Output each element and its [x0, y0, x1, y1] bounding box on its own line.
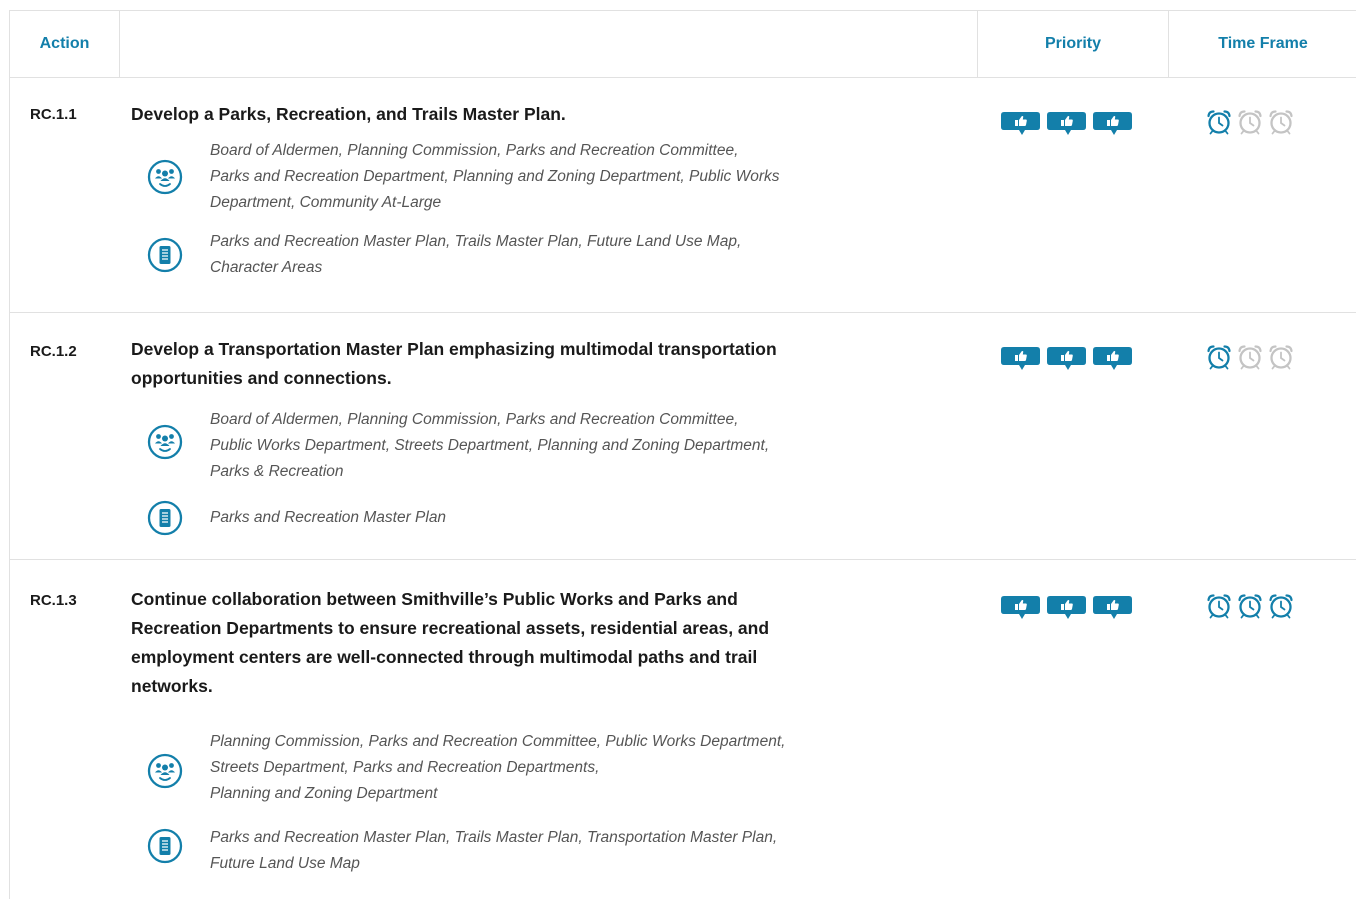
people-group-icon: [147, 753, 183, 789]
people-group-icon: [147, 424, 183, 460]
thumbs-up-icon: [1047, 347, 1086, 370]
stakeholders-text: Planning Commission, Parks and Recreatio…: [210, 733, 786, 802]
thumbs-up-icon: [1001, 347, 1040, 370]
resources-text: Parks and Recreation Master Plan, Trails…: [210, 829, 778, 872]
thumbs-up-icon: [1093, 347, 1132, 370]
table-row: RC.1.3 Continue collaboration between Sm…: [10, 560, 1356, 899]
document-list-icon: [147, 500, 183, 536]
header-time-frame: Time Frame: [1218, 35, 1308, 52]
thumbs-up-icon: [1001, 112, 1040, 135]
stakeholders-text: Board of Aldermen, Planning Commission, …: [210, 411, 770, 480]
action-code: RC.1.2: [30, 343, 77, 360]
alarm-clock-icon: [1269, 110, 1293, 135]
time-frame-rating: [1206, 109, 1294, 135]
document-list-icon: [147, 828, 183, 864]
resources-text: Parks and Recreation Master Plan, Trails…: [210, 233, 742, 276]
table-row: RC.1.2 Develop a Transportation Master P…: [10, 313, 1356, 560]
resources-text: Parks and Recreation Master Plan: [210, 509, 447, 526]
priority-rating: [1001, 347, 1132, 370]
priority-rating: [1001, 112, 1132, 135]
thumbs-up-icon: [1047, 112, 1086, 135]
alarm-clock-icon: [1207, 594, 1231, 619]
time-frame-rating: [1206, 593, 1294, 619]
thumbs-up-icon: [1047, 596, 1086, 619]
alarm-clock-icon: [1207, 110, 1231, 135]
time-frame-rating: [1206, 344, 1294, 370]
document-list-icon: [147, 237, 183, 273]
thumbs-up-icon: [1093, 596, 1132, 619]
alarm-clock-icon: [1238, 345, 1262, 370]
table-row: RC.1.1 Develop a Parks, Recreation, and …: [10, 78, 1356, 313]
action-title: Continue collaboration between Smithvill…: [131, 589, 770, 696]
alarm-clock-icon: [1238, 594, 1262, 619]
alarm-clock-icon: [1269, 345, 1293, 370]
action-title: Develop a Transportation Master Plan emp…: [131, 339, 777, 388]
priority-rating: [1001, 596, 1132, 619]
thumbs-up-icon: [1093, 112, 1132, 135]
alarm-clock-icon: [1238, 110, 1262, 135]
action-code: RC.1.3: [30, 592, 77, 609]
action-code: RC.1.1: [30, 106, 77, 123]
stakeholders-text: Board of Aldermen, Planning Commission, …: [210, 142, 780, 211]
alarm-clock-icon: [1207, 345, 1231, 370]
action-table: Action Priority Time Frame RC.1.1 Develo…: [9, 10, 1356, 899]
alarm-clock-icon: [1269, 594, 1293, 619]
table-header: Action Priority Time Frame: [10, 11, 1356, 78]
action-title: Develop a Parks, Recreation, and Trails …: [131, 104, 566, 124]
header-divider: [119, 11, 120, 77]
thumbs-up-icon: [1001, 596, 1040, 619]
header-action: Action: [39, 35, 90, 52]
people-group-icon: [147, 159, 183, 195]
header-priority: Priority: [1044, 35, 1101, 52]
